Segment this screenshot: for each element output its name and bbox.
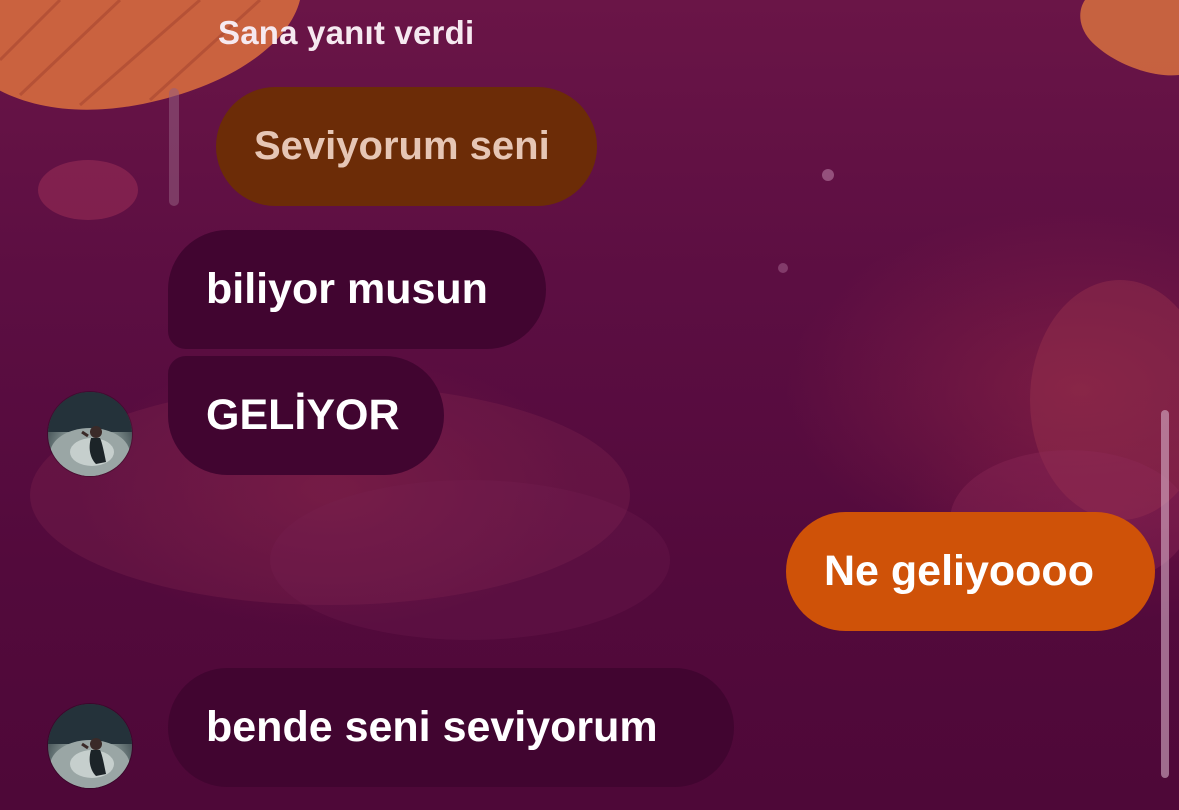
profile-photo-icon (48, 704, 132, 788)
message-bubble-incoming[interactable]: GELİYOR (168, 356, 444, 475)
message-bubble-incoming[interactable]: biliyor musun (168, 230, 546, 349)
scrollbar[interactable] (1161, 410, 1169, 778)
message-text: Ne geliyoooo (824, 547, 1094, 595)
chat-thread: Sana yanıt verdi Seviyorum seni biliyor … (0, 0, 1179, 810)
reply-indicator-bar (169, 88, 179, 206)
message-text: GELİYOR (206, 391, 400, 439)
sender-avatar[interactable] (48, 392, 132, 476)
message-bubble-outgoing[interactable]: Ne geliyoooo (786, 512, 1155, 631)
message-text: bende seni seviyorum (206, 703, 658, 751)
message-text: biliyor musun (206, 265, 488, 313)
quoted-message-text: Seviyorum seni (254, 124, 550, 168)
message-bubble-incoming[interactable]: bende seni seviyorum (168, 668, 734, 787)
sender-avatar[interactable] (48, 704, 132, 788)
quoted-message-bubble[interactable]: Seviyorum seni (216, 87, 597, 206)
reply-caption: Sana yanıt verdi (218, 14, 475, 51)
profile-photo-icon (48, 392, 132, 476)
